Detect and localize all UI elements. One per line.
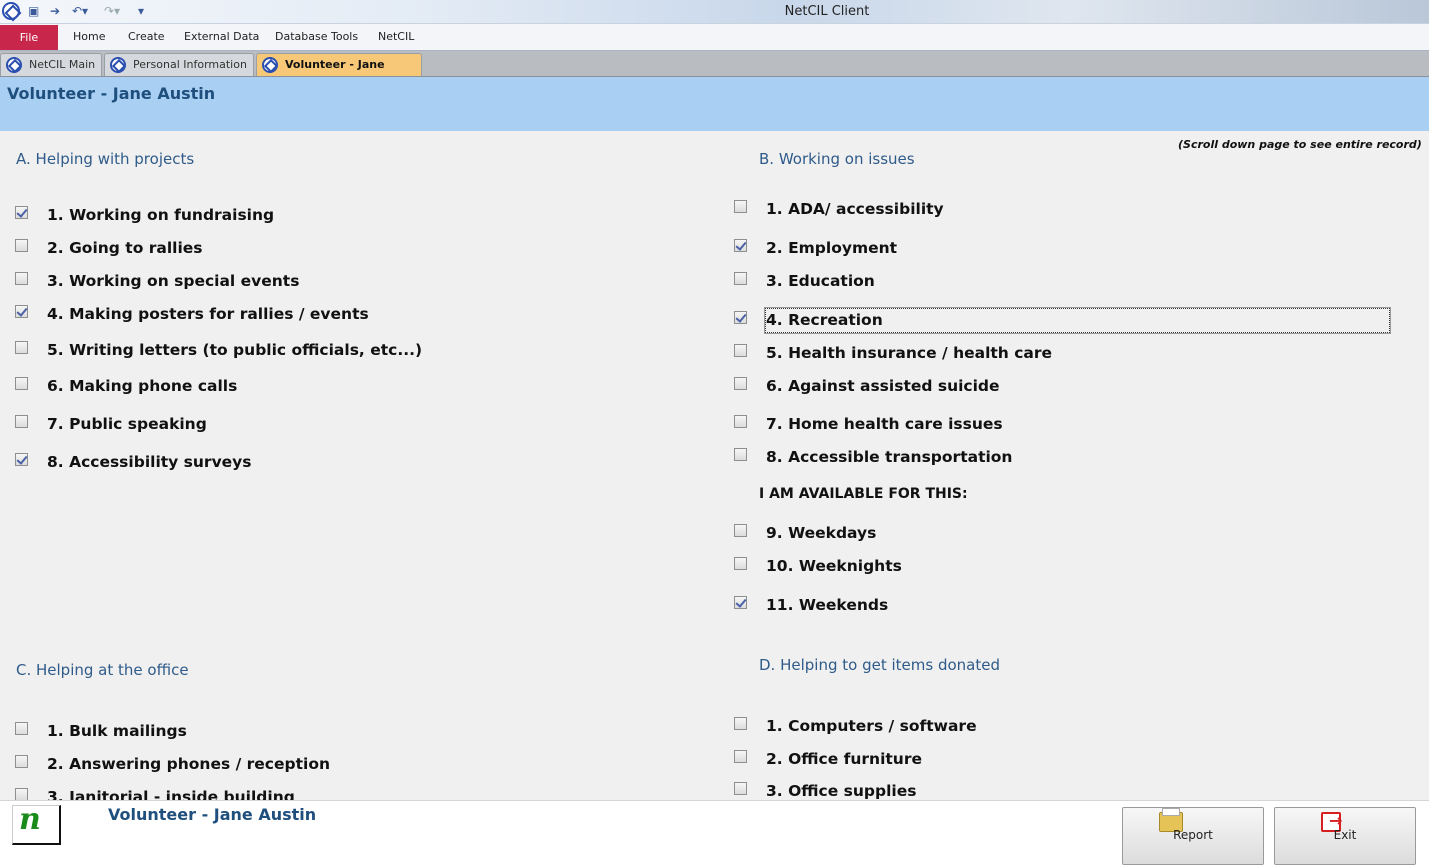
- checkbox-label: 2. Going to rallies: [47, 239, 203, 257]
- ribbon-tab-file[interactable]: File: [0, 25, 58, 50]
- checkbox[interactable]: [734, 377, 747, 390]
- checkbox[interactable]: [15, 341, 28, 354]
- checkbox[interactable]: [15, 206, 28, 219]
- section-c-title: C. Helping at the office: [16, 661, 189, 679]
- checkbox-label: 2. Office furniture: [766, 750, 922, 768]
- checkbox-label: 3. Janitorial - inside building: [47, 788, 295, 800]
- checkbox[interactable]: [734, 311, 747, 324]
- checkbox[interactable]: [734, 200, 747, 213]
- checkbox[interactable]: [734, 596, 747, 609]
- doc-tab-label: Personal Information: [133, 58, 247, 71]
- checkbox-label: 7. Public speaking: [47, 415, 207, 433]
- availability-heading: I AM AVAILABLE FOR THIS:: [759, 486, 968, 502]
- checkbox[interactable]: [15, 239, 28, 252]
- checkbox[interactable]: [15, 272, 28, 285]
- checkbox[interactable]: [15, 415, 28, 428]
- ribbon-tab-create[interactable]: Create: [128, 30, 165, 43]
- checkbox-label: 1. ADA/ accessibility: [766, 200, 944, 218]
- exit-button-label: Exit: [1333, 828, 1357, 842]
- checkbox[interactable]: [734, 239, 747, 252]
- checkbox[interactable]: [734, 717, 747, 730]
- checkbox-label: 5. Writing letters (to public officials,…: [47, 341, 423, 359]
- ribbon: File Home Create External Data Database …: [0, 24, 1429, 51]
- report-button[interactable]: Report: [1122, 807, 1264, 865]
- report-button-label: Report: [1173, 828, 1213, 842]
- checkbox-label: 3. Office supplies: [766, 782, 917, 800]
- checkbox[interactable]: [734, 272, 747, 285]
- scroll-note: (Scroll down page to see entire record): [1178, 138, 1422, 151]
- form-icon: [110, 57, 126, 73]
- exit-button[interactable]: Exit: [1274, 807, 1416, 865]
- checkbox[interactable]: [15, 453, 28, 466]
- section-a-title: A. Helping with projects: [16, 150, 195, 168]
- form-footer: Volunteer - Jane Austin Report Exit: [0, 800, 1429, 867]
- checkbox[interactable]: [734, 557, 747, 570]
- checkbox-label: 9. Weekdays: [766, 524, 877, 542]
- form-body: A. Helping with projects B. Working on i…: [0, 131, 1429, 800]
- section-d-title: D. Helping to get items donated: [759, 656, 1000, 674]
- doc-tab-personal-information[interactable]: Personal Information: [104, 53, 254, 76]
- ribbon-tab-netcil[interactable]: NetCIL: [378, 30, 414, 43]
- doc-tab-netcil-main[interactable]: NetCIL Main: [0, 53, 102, 76]
- checkbox-label: 4. Making posters for rallies / events: [47, 305, 369, 323]
- checkbox[interactable]: [734, 524, 747, 537]
- ribbon-tab-database-tools[interactable]: Database Tools: [275, 30, 358, 43]
- footer-title: Volunteer - Jane Austin: [108, 805, 317, 824]
- form-header: Volunteer - Jane Austin: [0, 77, 1429, 131]
- checkbox-label: 3. Working on special events: [47, 272, 300, 290]
- checkbox-label: 7. Home health care issues: [766, 415, 1003, 433]
- checkbox-label: 5. Health insurance / health care: [766, 344, 1053, 362]
- checkbox[interactable]: [734, 782, 747, 795]
- form-icon: [262, 57, 278, 73]
- checkbox-label: 11. Weekends: [766, 596, 889, 614]
- checkbox[interactable]: [15, 305, 28, 318]
- page-title: Volunteer - Jane Austin: [7, 84, 216, 103]
- checkbox[interactable]: [15, 377, 28, 390]
- checkbox[interactable]: [15, 755, 28, 768]
- window-title: NetCIL Client: [784, 4, 870, 19]
- checkbox-label: 1. Bulk mailings: [47, 722, 187, 740]
- checkbox-label: 6. Making phone calls: [47, 377, 238, 395]
- ribbon-tab-external-data[interactable]: External Data: [184, 30, 259, 43]
- doc-tab-volunteer[interactable]: Volunteer - Jane Austin: [256, 53, 422, 93]
- doc-tab-label: NetCIL Main: [29, 58, 96, 71]
- checkbox[interactable]: [734, 344, 747, 357]
- checkbox-label: 8. Accessibility surveys: [47, 453, 252, 471]
- section-b-title: B. Working on issues: [759, 150, 915, 168]
- checkbox[interactable]: [734, 415, 747, 428]
- ribbon-tab-home[interactable]: Home: [73, 30, 105, 43]
- checkbox-label: 2. Answering phones / reception: [47, 755, 331, 773]
- checkbox[interactable]: [734, 448, 747, 461]
- checkbox[interactable]: [15, 722, 28, 735]
- checkbox[interactable]: [15, 788, 28, 800]
- form-icon: [6, 57, 22, 73]
- netcil-logo-icon: [12, 802, 61, 845]
- checkbox-label: 1. Working on fundraising: [47, 206, 275, 224]
- checkbox-label: 3. Education: [766, 272, 875, 290]
- checkbox-label: 2. Employment: [766, 239, 898, 257]
- document-tab-strip: NetCIL Main Personal Information Volunte…: [0, 51, 1429, 93]
- checkbox-label: 1. Computers / software: [766, 717, 977, 735]
- checkbox-label: 8. Accessible transportation: [766, 448, 1013, 466]
- checkbox-label: 4. Recreation: [766, 311, 883, 329]
- title-bar: ▣ ➔ ↶▾ ↷▾ ▾ NetCIL Client: [0, 0, 1429, 24]
- checkbox-label: 6. Against assisted suicide: [766, 377, 1000, 395]
- checkbox-label: 10. Weeknights: [766, 557, 902, 575]
- checkbox[interactable]: [734, 750, 747, 763]
